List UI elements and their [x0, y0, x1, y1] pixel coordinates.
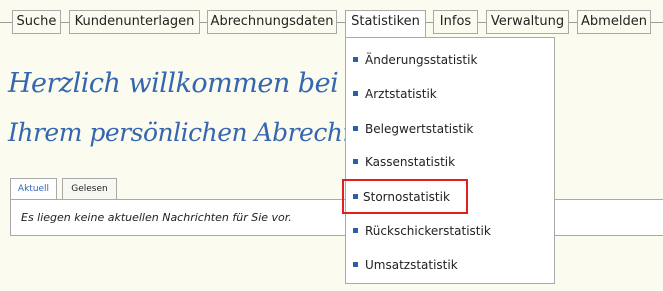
- menu-item-label: Rückschickerstatistik: [365, 224, 491, 238]
- main-navigation: Suche Kundenunterlagen Abrechnungsdaten …: [0, 0, 663, 40]
- tab-aktuell[interactable]: Aktuell: [10, 178, 57, 201]
- menu-item-arztstatistik[interactable]: Arztstatistik: [351, 81, 551, 107]
- nav-tab-kundenunterlagen[interactable]: Kundenunterlagen: [69, 10, 200, 34]
- menu-item-label: Umsatzstatistik: [365, 258, 458, 272]
- bullet-icon: [353, 91, 358, 96]
- menu-item-label: Kassenstatistik: [365, 155, 456, 169]
- nav-tab-abrechnungsdaten[interactable]: Abrechnungsdaten: [207, 10, 337, 34]
- bullet-icon: [353, 262, 358, 267]
- menu-item-aenderungsstatistik[interactable]: Änderungsstatistik: [351, 47, 551, 73]
- nav-tab-abmelden[interactable]: Abmelden: [577, 10, 651, 34]
- menu-item-label: Belegwertstatistik: [365, 122, 474, 136]
- tab-gelesen[interactable]: Gelesen: [62, 178, 117, 200]
- menu-item-rueckschickerstatistik[interactable]: Rückschickerstatistik: [351, 218, 551, 244]
- menu-item-belegwertstatistik[interactable]: Belegwertstatistik: [351, 116, 551, 142]
- menu-item-label: Arztstatistik: [365, 87, 437, 101]
- message-panel: Es liegen keine aktuellen Nachrichten fü…: [10, 199, 663, 236]
- no-messages-text: Es liegen keine aktuellen Nachrichten fü…: [21, 211, 292, 224]
- bullet-icon: [353, 126, 358, 131]
- menu-item-stornostatistik[interactable]: Stornostatistik: [342, 179, 468, 214]
- statistiken-dropdown-menu: Änderungsstatistik Arztstatistik Belegwe…: [342, 37, 555, 284]
- bullet-icon: [353, 57, 358, 62]
- menu-item-label: Stornostatistik: [363, 190, 450, 204]
- bullet-icon: [353, 159, 358, 164]
- menu-item-umsatzstatistik[interactable]: Umsatzstatistik: [351, 252, 551, 278]
- menu-item-label: Änderungsstatistik: [365, 53, 478, 67]
- bullet-icon: [353, 228, 358, 233]
- nav-tab-statistiken[interactable]: Statistiken: [345, 10, 426, 38]
- bullet-icon: [353, 194, 358, 199]
- nav-tab-infos[interactable]: Infos: [433, 10, 478, 34]
- menu-item-kassenstatistik[interactable]: Kassenstatistik: [351, 149, 551, 175]
- nav-tab-verwaltung[interactable]: Verwaltung: [486, 10, 569, 34]
- nav-tab-suche[interactable]: Suche: [12, 10, 61, 34]
